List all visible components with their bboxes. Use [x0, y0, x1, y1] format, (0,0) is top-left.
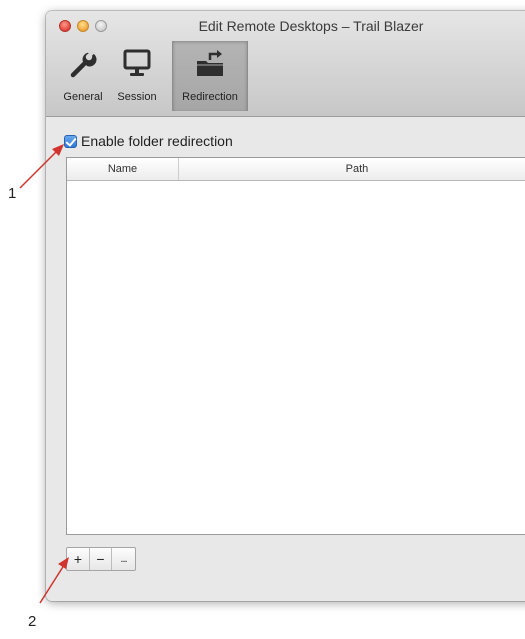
- annotation-label-2: 2: [28, 613, 37, 630]
- annotation-label-1: 1: [8, 185, 17, 202]
- annotation-arrows: [19, 144, 69, 604]
- annotation-arrow-1: [19, 144, 64, 189]
- annotation-arrow-2: [39, 557, 69, 604]
